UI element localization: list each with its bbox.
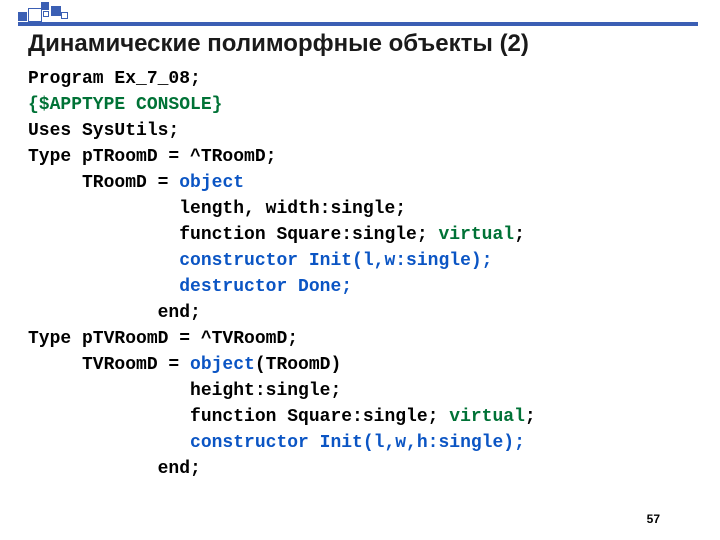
- code-line: height:single;: [28, 381, 341, 401]
- code-line-part: ;: [525, 407, 536, 427]
- code-line: Uses SysUtils;: [28, 121, 179, 141]
- code-line-part: ;: [514, 225, 525, 245]
- code-line-part: function Square:single;: [28, 407, 449, 427]
- code-line: Type pTRoomD = ^TRoomD;: [28, 147, 276, 167]
- code-line-part: function Square:single;: [28, 225, 438, 245]
- keyword-object: object: [190, 355, 255, 375]
- code-line-part: TVRoomD =: [28, 355, 190, 375]
- deco-square: [18, 12, 27, 21]
- page-number: 57: [647, 512, 660, 526]
- keyword-virtual: virtual: [438, 225, 514, 245]
- code-line: length, width:single;: [28, 199, 406, 219]
- code-line-part: (TRoomD): [255, 355, 341, 375]
- title-underline: [18, 22, 698, 26]
- keyword-object: object: [179, 173, 244, 193]
- keyword-virtual: virtual: [449, 407, 525, 427]
- code-line: {$APPTYPE CONSOLE}: [28, 95, 222, 115]
- code-line: Program Ex_7_08;: [28, 69, 201, 89]
- deco-square: [43, 11, 49, 17]
- deco-square: [28, 8, 42, 22]
- code-line: end;: [28, 459, 201, 479]
- code-block: Program Ex_7_08; {$APPTYPE CONSOLE} Uses…: [28, 66, 536, 482]
- deco-square: [51, 6, 61, 16]
- code-line: constructor Init(l,w:single);: [28, 251, 492, 271]
- code-line: constructor Init(l,w,h:single);: [28, 433, 525, 453]
- code-line: Type pTVRoomD = ^TVRoomD;: [28, 329, 298, 349]
- code-line: destructor Done;: [28, 277, 352, 297]
- code-line: end;: [28, 303, 201, 323]
- deco-square: [41, 2, 49, 10]
- deco-square: [61, 12, 68, 19]
- slide-title: Динамические полиморфные объекты (2): [28, 30, 529, 58]
- code-line-part: TRoomD =: [28, 173, 179, 193]
